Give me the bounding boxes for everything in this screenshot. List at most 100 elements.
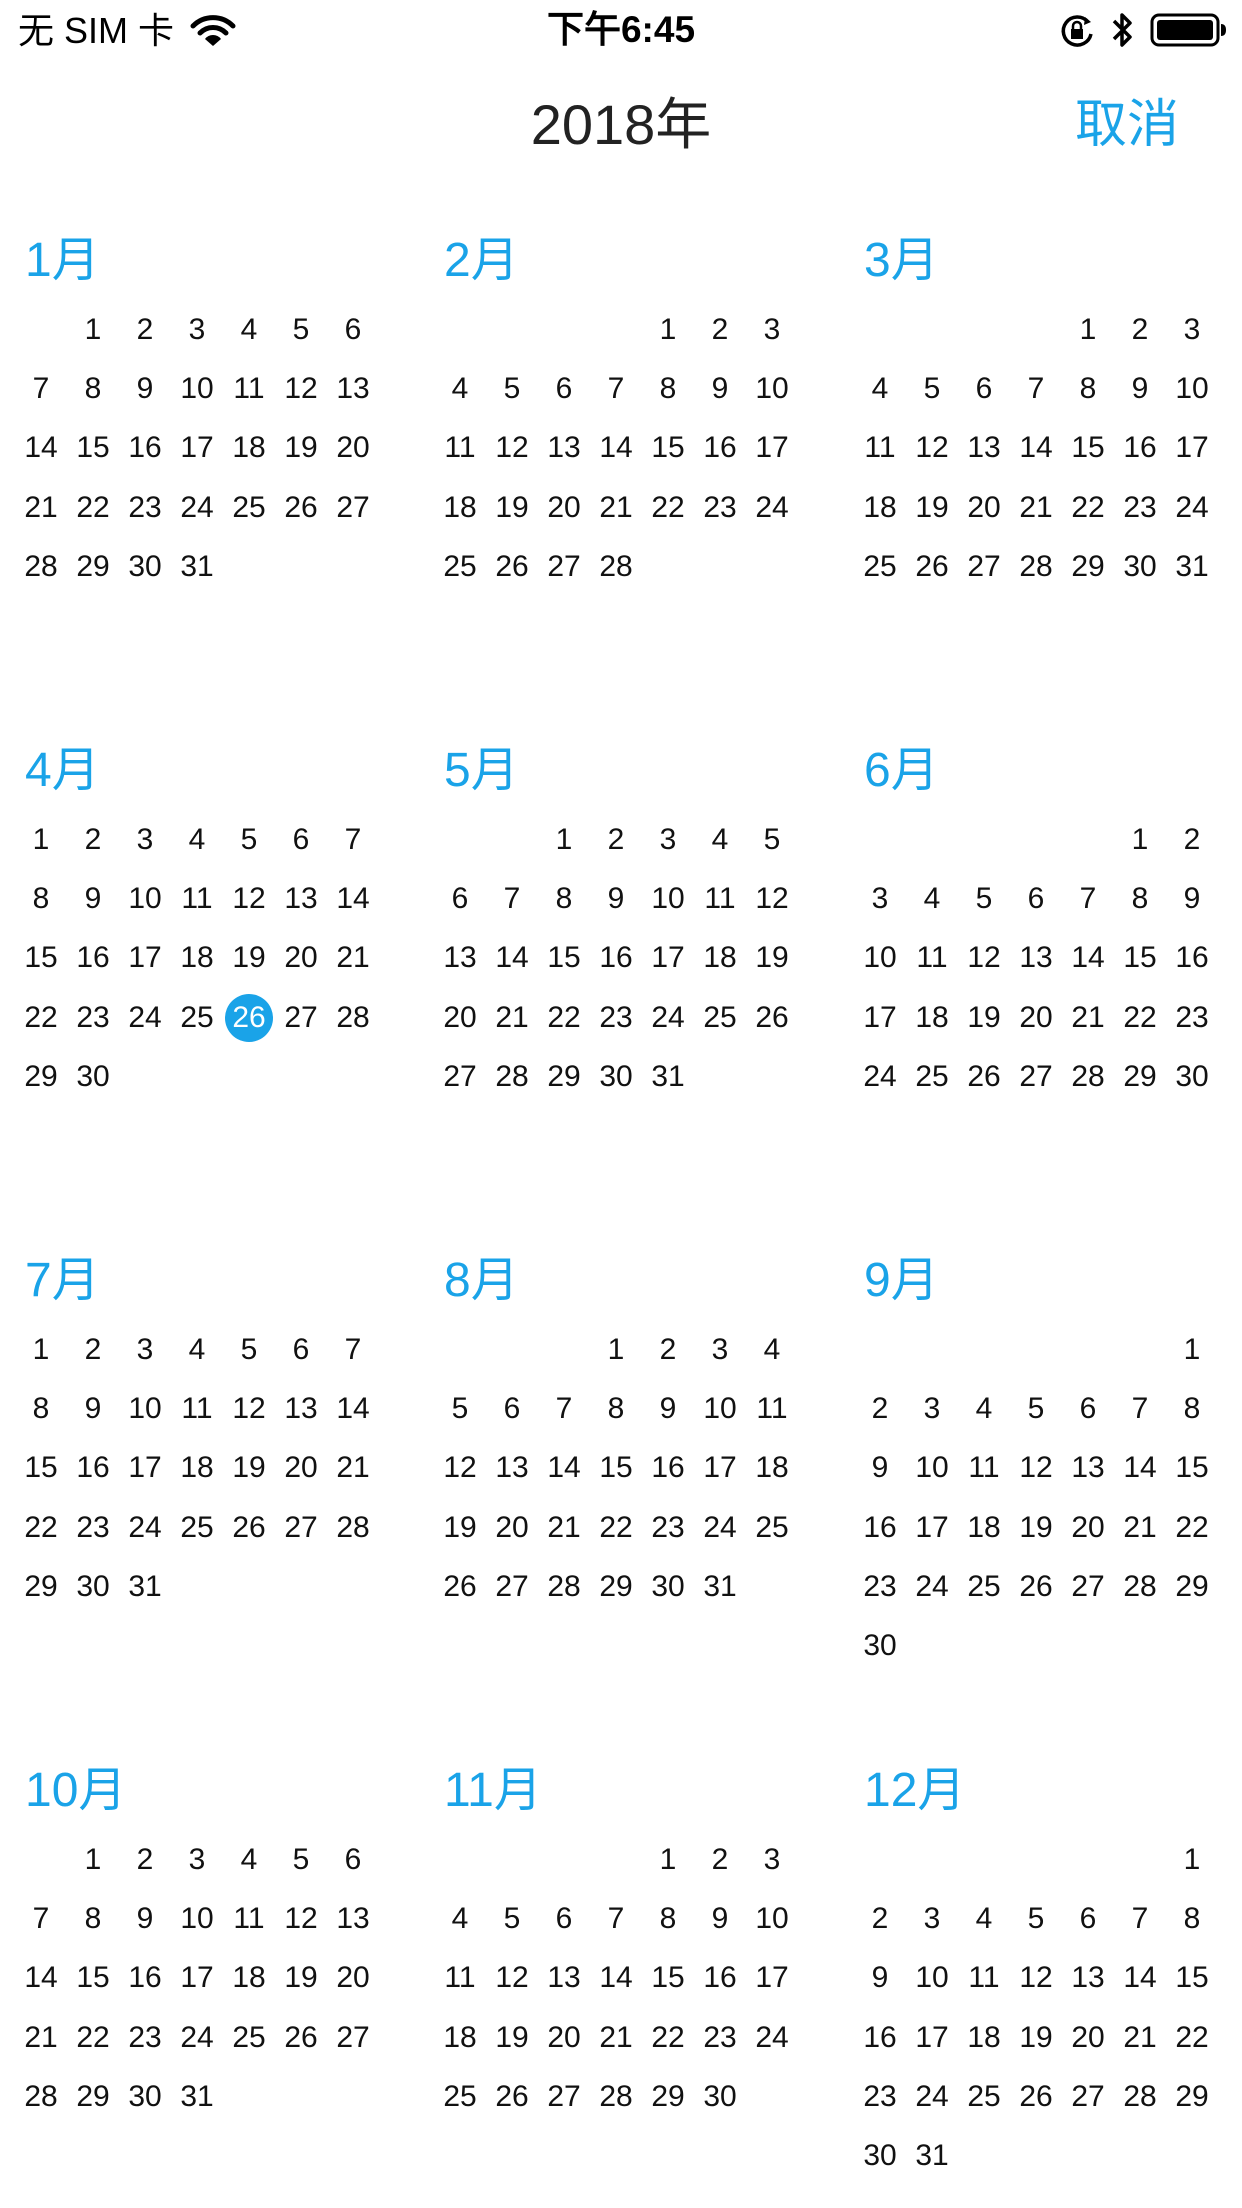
day-cell[interactable]: 21 <box>1062 988 1114 1047</box>
day-cell[interactable]: 3 <box>906 1379 958 1438</box>
day-cell[interactable]: 18 <box>434 2008 486 2067</box>
day-cell[interactable]: 7 <box>327 810 379 869</box>
day-cell[interactable]: 25 <box>746 1498 798 1557</box>
day-cell[interactable]: 12 <box>223 1379 275 1438</box>
day-cell[interactable]: 16 <box>119 1949 171 2008</box>
day-cell[interactable]: 22 <box>15 1498 67 1557</box>
day-cell[interactable]: 14 <box>1010 419 1062 478</box>
day-cell[interactable]: 11 <box>958 1949 1010 2008</box>
day-cell[interactable]: 15 <box>67 1949 119 2008</box>
day-cell[interactable]: 13 <box>1010 929 1062 988</box>
day-cell[interactable]: 14 <box>15 419 67 478</box>
day-cell[interactable]: 26 <box>746 988 798 1047</box>
day-cell[interactable]: 7 <box>1062 869 1114 928</box>
day-cell[interactable]: 18 <box>434 478 486 537</box>
day-cell[interactable]: 15 <box>1166 1949 1218 2008</box>
day-cell[interactable]: 19 <box>275 1949 327 2008</box>
day-cell[interactable]: 1 <box>642 1830 694 1889</box>
day-cell[interactable]: 30 <box>854 2126 906 2185</box>
day-cell[interactable]: 4 <box>434 1889 486 1948</box>
day-cell[interactable]: 10 <box>119 1379 171 1438</box>
day-cell[interactable]: 17 <box>746 1949 798 2008</box>
day-cell[interactable]: 18 <box>854 478 906 537</box>
day-cell[interactable]: 19 <box>275 419 327 478</box>
day-cell[interactable]: 24 <box>906 1557 958 1616</box>
day-cell[interactable]: 23 <box>67 1498 119 1557</box>
day-cell[interactable]: 8 <box>1062 359 1114 418</box>
day-cell[interactable]: 31 <box>694 1557 746 1616</box>
day-cell[interactable]: 3 <box>746 1830 798 1889</box>
day-cell[interactable]: 18 <box>906 988 958 1047</box>
day-cell[interactable]: 26 <box>434 1557 486 1616</box>
day-cell[interactable]: 9 <box>694 1889 746 1948</box>
day-cell[interactable]: 2 <box>1114 300 1166 359</box>
day-cell[interactable]: 28 <box>590 537 642 596</box>
day-cell[interactable]: 27 <box>327 478 379 537</box>
day-cell[interactable]: 21 <box>1114 1498 1166 1557</box>
day-cell[interactable]: 13 <box>327 1889 379 1948</box>
day-cell[interactable]: 20 <box>327 419 379 478</box>
day-cell[interactable]: 12 <box>275 359 327 418</box>
day-cell[interactable]: 23 <box>119 2008 171 2067</box>
day-cell[interactable]: 6 <box>958 359 1010 418</box>
day-cell[interactable]: 20 <box>1062 1498 1114 1557</box>
day-cell[interactable]: 16 <box>67 929 119 988</box>
day-cell[interactable]: 14 <box>538 1439 590 1498</box>
day-cell[interactable]: 23 <box>590 988 642 1047</box>
day-cell[interactable]: 14 <box>327 869 379 928</box>
day-cell[interactable]: 31 <box>906 2126 958 2185</box>
day-cell[interactable]: 15 <box>642 1949 694 2008</box>
day-cell[interactable]: 13 <box>1062 1949 1114 2008</box>
day-cell[interactable]: 13 <box>486 1439 538 1498</box>
day-cell[interactable]: 29 <box>1062 537 1114 596</box>
day-cell[interactable]: 11 <box>171 1379 223 1438</box>
day-cell[interactable]: 23 <box>1114 478 1166 537</box>
day-cell[interactable]: 24 <box>642 988 694 1047</box>
day-cell[interactable]: 13 <box>434 929 486 988</box>
day-cell[interactable]: 29 <box>642 2067 694 2126</box>
day-cell[interactable]: 28 <box>327 1498 379 1557</box>
day-cell[interactable]: 2 <box>694 1830 746 1889</box>
day-cell[interactable]: 25 <box>958 2067 1010 2126</box>
day-cell[interactable]: 25 <box>171 1498 223 1557</box>
day-cell[interactable]: 3 <box>642 810 694 869</box>
day-cell[interactable]: 20 <box>275 929 327 988</box>
day-cell[interactable]: 14 <box>1062 929 1114 988</box>
day-cell[interactable]: 16 <box>694 1949 746 2008</box>
day-cell[interactable]: 20 <box>1010 988 1062 1047</box>
day-cell[interactable]: 24 <box>906 2067 958 2126</box>
day-cell[interactable]: 26 <box>275 478 327 537</box>
day-cell[interactable]: 24 <box>854 1047 906 1106</box>
day-cell[interactable]: 10 <box>746 359 798 418</box>
day-cell[interactable]: 21 <box>538 1498 590 1557</box>
day-cell[interactable]: 7 <box>1114 1379 1166 1438</box>
day-cell[interactable]: 24 <box>694 1498 746 1557</box>
day-cell[interactable]: 8 <box>642 1889 694 1948</box>
day-cell[interactable]: 5 <box>223 810 275 869</box>
day-cell[interactable]: 2 <box>119 300 171 359</box>
day-cell[interactable]: 12 <box>958 929 1010 988</box>
day-cell[interactable]: 14 <box>327 1379 379 1438</box>
day-cell[interactable]: 19 <box>486 2008 538 2067</box>
day-cell[interactable]: 2 <box>1166 810 1218 869</box>
day-cell[interactable]: 5 <box>486 1889 538 1948</box>
day-cell[interactable]: 15 <box>590 1439 642 1498</box>
day-cell[interactable]: 6 <box>1062 1889 1114 1948</box>
day-cell[interactable]: 16 <box>1166 929 1218 988</box>
day-cell[interactable]: 4 <box>746 1320 798 1379</box>
day-cell[interactable]: 5 <box>746 810 798 869</box>
day-cell[interactable]: 31 <box>171 2067 223 2126</box>
day-cell[interactable]: 15 <box>67 419 119 478</box>
day-cell[interactable]: 29 <box>1166 1557 1218 1616</box>
day-cell[interactable]: 10 <box>854 929 906 988</box>
day-cell[interactable]: 17 <box>1166 419 1218 478</box>
day-cell[interactable]: 20 <box>327 1949 379 2008</box>
day-cell[interactable]: 23 <box>642 1498 694 1557</box>
day-cell[interactable]: 9 <box>642 1379 694 1438</box>
day-cell[interactable]: 24 <box>746 2008 798 2067</box>
day-cell[interactable]: 7 <box>590 1889 642 1948</box>
day-cell[interactable]: 12 <box>1010 1949 1062 2008</box>
day-cell[interactable]: 19 <box>1010 2008 1062 2067</box>
day-cell[interactable]: 24 <box>171 478 223 537</box>
day-cell[interactable]: 16 <box>119 419 171 478</box>
